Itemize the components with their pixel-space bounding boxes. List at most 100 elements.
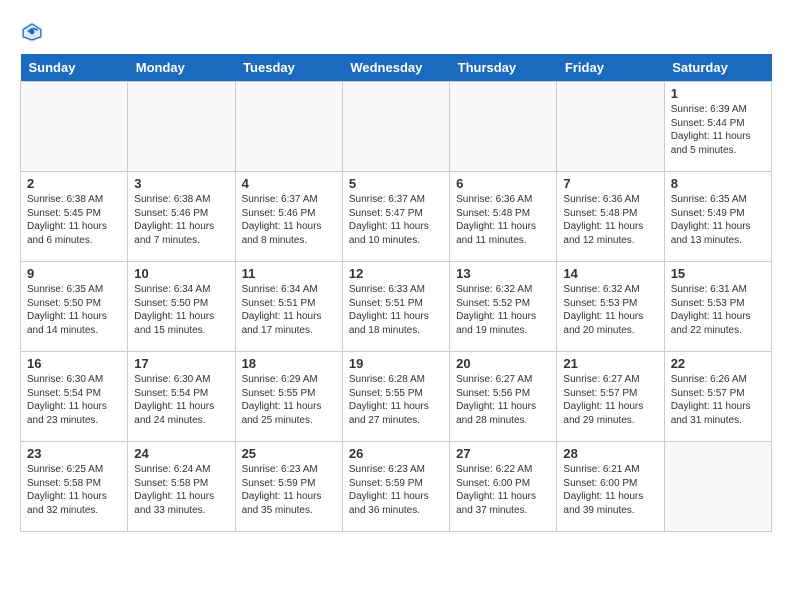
day-number: 19 xyxy=(349,356,443,371)
day-info: Sunrise: 6:29 AM Sunset: 5:55 PM Dayligh… xyxy=(242,373,336,427)
calendar-cell: 7 Sunrise: 6:36 AM Sunset: 5:48 PM Daylig… xyxy=(557,172,664,262)
calendar-cell: 2 Sunrise: 6:38 AM Sunset: 5:45 PM Daylig… xyxy=(21,172,128,262)
calendar-cell: 11 Sunrise: 6:34 AM Sunset: 5:51 PM Dayli… xyxy=(235,262,342,352)
day-info: Sunrise: 6:32 AM Sunset: 5:52 PM Dayligh… xyxy=(456,283,550,337)
calendar-cell: 19 Sunrise: 6:28 AM Sunset: 5:55 PM Dayli… xyxy=(342,352,449,442)
calendar-cell xyxy=(342,82,449,172)
week-row-2: 2 Sunrise: 6:38 AM Sunset: 5:45 PM Daylig… xyxy=(21,172,772,262)
day-info: Sunrise: 6:28 AM Sunset: 5:55 PM Dayligh… xyxy=(349,373,443,427)
header xyxy=(20,20,772,44)
day-info: Sunrise: 6:21 AM Sunset: 6:00 PM Dayligh… xyxy=(563,463,657,517)
day-number: 13 xyxy=(456,266,550,281)
calendar-cell: 9 Sunrise: 6:35 AM Sunset: 5:50 PM Daylig… xyxy=(21,262,128,352)
day-info: Sunrise: 6:30 AM Sunset: 5:54 PM Dayligh… xyxy=(134,373,228,427)
calendar-cell: 15 Sunrise: 6:31 AM Sunset: 5:53 PM Dayli… xyxy=(664,262,771,352)
calendar-table: SundayMondayTuesdayWednesdayThursdayFrid… xyxy=(20,54,772,532)
day-number: 10 xyxy=(134,266,228,281)
day-number: 27 xyxy=(456,446,550,461)
day-info: Sunrise: 6:32 AM Sunset: 5:53 PM Dayligh… xyxy=(563,283,657,337)
day-header-monday: Monday xyxy=(128,54,235,82)
calendar-cell xyxy=(235,82,342,172)
day-number: 24 xyxy=(134,446,228,461)
calendar-cell: 23 Sunrise: 6:25 AM Sunset: 5:58 PM Dayli… xyxy=(21,442,128,532)
day-number: 20 xyxy=(456,356,550,371)
day-info: Sunrise: 6:24 AM Sunset: 5:58 PM Dayligh… xyxy=(134,463,228,517)
day-header-friday: Friday xyxy=(557,54,664,82)
day-info: Sunrise: 6:34 AM Sunset: 5:51 PM Dayligh… xyxy=(242,283,336,337)
calendar-cell: 13 Sunrise: 6:32 AM Sunset: 5:52 PM Dayli… xyxy=(450,262,557,352)
calendar-cell: 17 Sunrise: 6:30 AM Sunset: 5:54 PM Dayli… xyxy=(128,352,235,442)
day-number: 8 xyxy=(671,176,765,191)
day-header-saturday: Saturday xyxy=(664,54,771,82)
week-row-4: 16 Sunrise: 6:30 AM Sunset: 5:54 PM Dayli… xyxy=(21,352,772,442)
day-number: 6 xyxy=(456,176,550,191)
day-info: Sunrise: 6:35 AM Sunset: 5:49 PM Dayligh… xyxy=(671,193,765,247)
day-header-tuesday: Tuesday xyxy=(235,54,342,82)
calendar-cell xyxy=(450,82,557,172)
day-number: 22 xyxy=(671,356,765,371)
day-info: Sunrise: 6:39 AM Sunset: 5:44 PM Dayligh… xyxy=(671,103,765,157)
logo-icon xyxy=(20,20,44,44)
day-info: Sunrise: 6:26 AM Sunset: 5:57 PM Dayligh… xyxy=(671,373,765,427)
day-number: 17 xyxy=(134,356,228,371)
day-number: 16 xyxy=(27,356,121,371)
day-number: 9 xyxy=(27,266,121,281)
calendar-cell xyxy=(128,82,235,172)
day-info: Sunrise: 6:31 AM Sunset: 5:53 PM Dayligh… xyxy=(671,283,765,337)
calendar-cell: 28 Sunrise: 6:21 AM Sunset: 6:00 PM Dayli… xyxy=(557,442,664,532)
calendar-cell: 10 Sunrise: 6:34 AM Sunset: 5:50 PM Dayli… xyxy=(128,262,235,352)
day-number: 12 xyxy=(349,266,443,281)
calendar-cell: 21Sunrise: 6:27 AM Sunset: 5:57 PM Dayli… xyxy=(557,352,664,442)
days-header-row: SundayMondayTuesdayWednesdayThursdayFrid… xyxy=(21,54,772,82)
calendar-cell: 20 Sunrise: 6:27 AM Sunset: 5:56 PM Dayli… xyxy=(450,352,557,442)
day-info: Sunrise: 6:34 AM Sunset: 5:50 PM Dayligh… xyxy=(134,283,228,337)
day-info: Sunrise: 6:36 AM Sunset: 5:48 PM Dayligh… xyxy=(563,193,657,247)
calendar-cell: 8 Sunrise: 6:35 AM Sunset: 5:49 PM Daylig… xyxy=(664,172,771,262)
day-info: Sunrise: 6:27 AM Sunset: 5:56 PM Dayligh… xyxy=(456,373,550,427)
day-info: Sunrise: 6:37 AM Sunset: 5:47 PM Dayligh… xyxy=(349,193,443,247)
day-number: 15 xyxy=(671,266,765,281)
calendar-cell xyxy=(21,82,128,172)
day-info: Sunrise: 6:25 AM Sunset: 5:58 PM Dayligh… xyxy=(27,463,121,517)
calendar-cell: 24 Sunrise: 6:24 AM Sunset: 5:58 PM Dayli… xyxy=(128,442,235,532)
calendar-cell: 1 Sunrise: 6:39 AM Sunset: 5:44 PM Daylig… xyxy=(664,82,771,172)
day-info: Sunrise: 6:38 AM Sunset: 5:45 PM Dayligh… xyxy=(27,193,121,247)
calendar-cell: 16 Sunrise: 6:30 AM Sunset: 5:54 PM Dayli… xyxy=(21,352,128,442)
logo xyxy=(20,20,48,44)
day-number: 4 xyxy=(242,176,336,191)
day-info: Sunrise: 6:27 AM Sunset: 5:57 PM Dayligh… xyxy=(563,373,657,427)
day-info: Sunrise: 6:33 AM Sunset: 5:51 PM Dayligh… xyxy=(349,283,443,337)
day-info: Sunrise: 6:23 AM Sunset: 5:59 PM Dayligh… xyxy=(349,463,443,517)
calendar-cell xyxy=(664,442,771,532)
week-row-3: 9 Sunrise: 6:35 AM Sunset: 5:50 PM Daylig… xyxy=(21,262,772,352)
calendar-cell: 22 Sunrise: 6:26 AM Sunset: 5:57 PM Dayli… xyxy=(664,352,771,442)
day-header-wednesday: Wednesday xyxy=(342,54,449,82)
day-number: 26 xyxy=(349,446,443,461)
calendar-cell: 14 Sunrise: 6:32 AM Sunset: 5:53 PM Dayli… xyxy=(557,262,664,352)
calendar-cell: 26 Sunrise: 6:23 AM Sunset: 5:59 PM Dayli… xyxy=(342,442,449,532)
calendar-cell: 18 Sunrise: 6:29 AM Sunset: 5:55 PM Dayli… xyxy=(235,352,342,442)
day-number: 5 xyxy=(349,176,443,191)
day-number: 7 xyxy=(563,176,657,191)
day-number: 14 xyxy=(563,266,657,281)
day-info: Sunrise: 6:36 AM Sunset: 5:48 PM Dayligh… xyxy=(456,193,550,247)
day-number: 23 xyxy=(27,446,121,461)
calendar-cell: 6 Sunrise: 6:36 AM Sunset: 5:48 PM Daylig… xyxy=(450,172,557,262)
calendar-cell: 5 Sunrise: 6:37 AM Sunset: 5:47 PM Daylig… xyxy=(342,172,449,262)
day-number: 2 xyxy=(27,176,121,191)
calendar-cell: 27 Sunrise: 6:22 AM Sunset: 6:00 PM Dayli… xyxy=(450,442,557,532)
day-number: 3 xyxy=(134,176,228,191)
day-number: 11 xyxy=(242,266,336,281)
week-row-5: 23 Sunrise: 6:25 AM Sunset: 5:58 PM Dayli… xyxy=(21,442,772,532)
day-header-thursday: Thursday xyxy=(450,54,557,82)
day-info: Sunrise: 6:22 AM Sunset: 6:00 PM Dayligh… xyxy=(456,463,550,517)
day-info: Sunrise: 6:23 AM Sunset: 5:59 PM Dayligh… xyxy=(242,463,336,517)
day-info: Sunrise: 6:38 AM Sunset: 5:46 PM Dayligh… xyxy=(134,193,228,247)
day-info: Sunrise: 6:35 AM Sunset: 5:50 PM Dayligh… xyxy=(27,283,121,337)
day-header-sunday: Sunday xyxy=(21,54,128,82)
day-number: 18 xyxy=(242,356,336,371)
day-number: 28 xyxy=(563,446,657,461)
day-number: 1 xyxy=(671,86,765,101)
calendar-cell: 4Sunrise: 6:37 AM Sunset: 5:46 PM Daylig… xyxy=(235,172,342,262)
day-info: Sunrise: 6:30 AM Sunset: 5:54 PM Dayligh… xyxy=(27,373,121,427)
